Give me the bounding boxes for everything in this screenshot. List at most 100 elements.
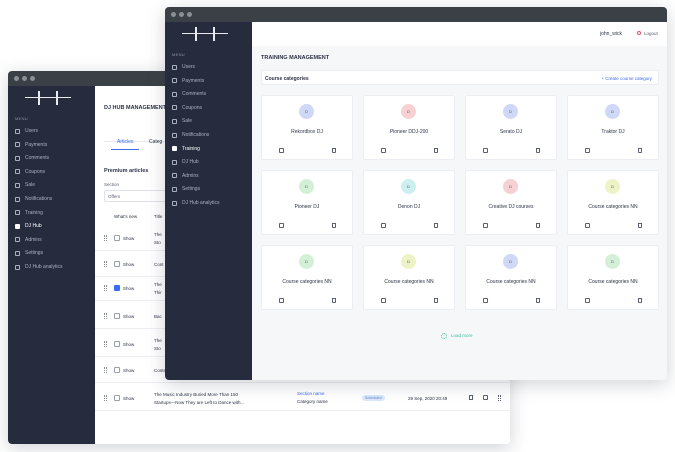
category-card[interactable]: D Course categories NN <box>567 170 659 235</box>
sidebar-item-comments[interactable]: Comments <box>172 89 250 99</box>
sidebar-item-payments[interactable]: Payments <box>172 76 250 86</box>
sidebar-item-coupons[interactable]: Coupons <box>15 167 93 177</box>
show-checkbox[interactable] <box>114 285 120 291</box>
edit-icon[interactable] <box>483 395 488 400</box>
sidebar-item-settings[interactable]: Settings <box>172 184 250 194</box>
article-title-line[interactable]: Sto <box>154 240 161 245</box>
article-title-line[interactable]: The <box>154 232 162 237</box>
username[interactable]: john_wick <box>600 31 622 37</box>
window-close-dot[interactable] <box>171 12 176 17</box>
show-checkbox[interactable] <box>114 235 120 241</box>
drag-handle-icon[interactable] <box>104 395 107 401</box>
category-card[interactable]: D Denon DJ <box>363 170 455 235</box>
tab-articles[interactable]: Articles <box>117 139 133 145</box>
sidebar-item-comments[interactable]: Comments <box>15 153 93 163</box>
edit-icon[interactable] <box>483 298 488 303</box>
category-card[interactable]: D Course categories NN <box>567 245 659 310</box>
category-card[interactable]: D Rekordbox DJ <box>261 95 353 160</box>
trash-icon[interactable] <box>332 148 336 153</box>
edit-icon[interactable] <box>381 148 386 153</box>
load-more-button[interactable]: Load more <box>441 332 491 340</box>
trash-icon[interactable] <box>638 223 642 228</box>
sidebar-item-notifications[interactable]: Notifications <box>15 194 93 204</box>
article-title-line[interactable]: Startups—Now They are Left to Dance with… <box>154 400 244 405</box>
category-card[interactable]: D Serato DJ <box>465 95 557 160</box>
logout-icon[interactable] <box>637 31 641 35</box>
sidebar-item-sale[interactable]: Sale <box>172 116 250 126</box>
sidebar-item-notifications[interactable]: Notifications <box>172 130 250 140</box>
category-card[interactable]: D Course categories NN <box>363 245 455 310</box>
sidebar-item-coupons[interactable]: Coupons <box>172 103 250 113</box>
show-checkbox[interactable] <box>114 395 120 401</box>
category-card[interactable]: D Course categories NN <box>465 245 557 310</box>
article-title-line[interactable]: The Music Industry Buried More Than 150 <box>154 392 238 397</box>
edit-icon[interactable] <box>381 298 386 303</box>
sidebar-item-dj-hub-analytics[interactable]: DJ Hub analytics <box>15 262 93 272</box>
more-icon[interactable] <box>498 395 501 401</box>
trash-icon[interactable] <box>332 223 336 228</box>
edit-icon[interactable] <box>381 223 386 228</box>
show-checkbox[interactable] <box>114 313 120 319</box>
window-minimize-dot[interactable] <box>22 76 27 81</box>
article-title-line[interactable]: The <box>154 282 162 287</box>
window-maximize-dot[interactable] <box>187 12 192 17</box>
sidebar-item-payments[interactable]: Payments <box>15 140 93 150</box>
article-title-line[interactable]: Thir <box>154 290 162 295</box>
table-row[interactable]: Show The Music Industry Buried More Than … <box>95 385 510 411</box>
category-card[interactable]: D Creative DJ courses <box>465 170 557 235</box>
sidebar-item-admins[interactable]: Admins <box>172 171 250 181</box>
trash-icon[interactable] <box>536 223 540 228</box>
edit-icon[interactable] <box>483 223 488 228</box>
drag-handle-icon[interactable] <box>104 341 107 347</box>
sidebar-item-sale[interactable]: Sale <box>15 180 93 190</box>
edit-icon[interactable] <box>585 223 590 228</box>
edit-icon[interactable] <box>585 298 590 303</box>
sidebar-item-users[interactable]: Users <box>15 126 93 136</box>
sidebar-item-dj-hub-analytics[interactable]: DJ Hub analytics <box>172 198 250 208</box>
create-course-category-button[interactable]: + Create course category <box>601 76 652 81</box>
sidebar-item-admins[interactable]: Admins <box>15 235 93 245</box>
article-title-line[interactable]: Cont <box>154 262 164 267</box>
article-title-line[interactable]: Bac <box>154 314 162 319</box>
sidebar-item-dj-hub[interactable]: DJ Hub <box>172 157 250 167</box>
article-title-line[interactable]: The <box>154 338 162 343</box>
trash-icon[interactable] <box>434 148 438 153</box>
edit-icon[interactable] <box>279 148 284 153</box>
logout-link[interactable]: Logout <box>644 31 658 36</box>
sidebar-item-training[interactable]: Training <box>15 208 93 218</box>
article-title-line[interactable]: Sto <box>154 346 161 351</box>
category-card[interactable]: D Pioneer DJ <box>261 170 353 235</box>
tab-categories[interactable]: Categ <box>149 139 162 145</box>
trash-icon[interactable] <box>434 298 438 303</box>
drag-handle-icon[interactable] <box>104 261 107 267</box>
trash-icon[interactable] <box>536 148 540 153</box>
show-checkbox[interactable] <box>114 341 120 347</box>
drag-handle-icon[interactable] <box>104 313 107 319</box>
edit-icon[interactable] <box>585 148 590 153</box>
section-name-link[interactable]: Section name <box>297 391 325 396</box>
trash-icon[interactable] <box>332 298 336 303</box>
edit-icon[interactable] <box>483 148 488 153</box>
edit-icon[interactable] <box>279 223 284 228</box>
window-minimize-dot[interactable] <box>179 12 184 17</box>
category-card[interactable]: D Pioneer DDJ-200 <box>363 95 455 160</box>
show-checkbox[interactable] <box>114 261 120 267</box>
trash-icon[interactable] <box>638 148 642 153</box>
trash-icon[interactable] <box>638 298 642 303</box>
window-maximize-dot[interactable] <box>30 76 35 81</box>
sidebar-item-training[interactable]: Training <box>172 144 250 154</box>
sidebar-item-settings[interactable]: Settings <box>15 248 93 258</box>
drag-handle-icon[interactable] <box>104 235 107 241</box>
trash-icon[interactable] <box>469 395 473 400</box>
drag-handle-icon[interactable] <box>104 367 107 373</box>
category-card[interactable]: D Traktor DJ <box>567 95 659 160</box>
sidebar-item-users[interactable]: Users <box>172 62 250 72</box>
edit-icon[interactable] <box>279 298 284 303</box>
category-card[interactable]: D Course categories NN <box>261 245 353 310</box>
trash-icon[interactable] <box>434 223 438 228</box>
show-checkbox[interactable] <box>114 367 120 373</box>
sidebar-item-dj-hub[interactable]: DJ Hub <box>15 221 93 231</box>
drag-handle-icon[interactable] <box>104 285 107 291</box>
trash-icon[interactable] <box>536 298 540 303</box>
window-close-dot[interactable] <box>14 76 19 81</box>
